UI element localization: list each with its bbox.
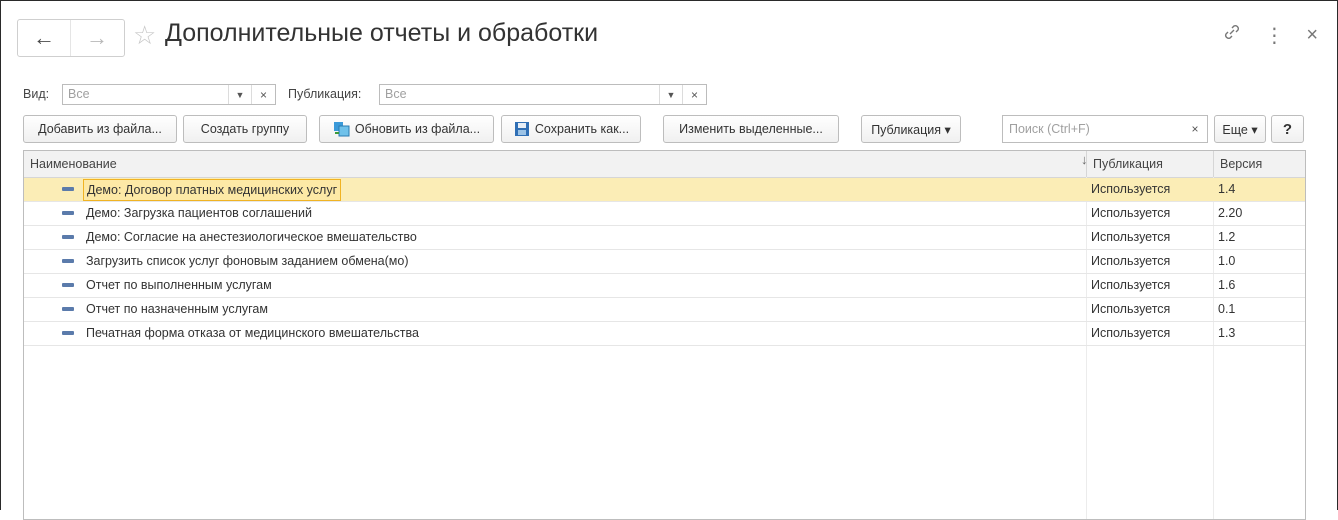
- publication-menu-button[interactable]: Публикация ▾: [861, 115, 961, 143]
- save-as-button[interactable]: Сохранить как...: [501, 115, 641, 143]
- table-row[interactable]: Печатная форма отказа от медицинского вм…: [24, 322, 1305, 346]
- cell-version: 1.2: [1218, 230, 1236, 244]
- forward-arrow-icon: →: [86, 25, 108, 50]
- type-filter-field[interactable]: Все ▼ ×: [62, 84, 276, 105]
- cell-name: Загрузить список услуг фоновым заданием …: [86, 254, 409, 268]
- more-actions-button[interactable]: Еще ▾: [1214, 115, 1266, 143]
- report-item-icon: [62, 211, 74, 215]
- table-header: Наименование ↓ Публикация Версия: [24, 151, 1305, 178]
- report-item-icon: [62, 187, 74, 191]
- cell-name: Демо: Договор платных медицинских услуг: [83, 179, 342, 201]
- cell-name: Демо: Согласие на анестезиологическое вм…: [86, 230, 417, 244]
- window-controls: ⋮ ×: [1222, 22, 1318, 48]
- floppy-disk-icon: [513, 121, 531, 137]
- cell-version: 1.6: [1218, 278, 1236, 292]
- change-selected-button[interactable]: Изменить выделенные...: [663, 115, 839, 143]
- update-from-file-label: Обновить из файла...: [354, 122, 481, 136]
- column-header-name[interactable]: Наименование: [24, 151, 1086, 177]
- cell-version: 1.3: [1218, 326, 1236, 340]
- forward-button[interactable]: →: [71, 20, 123, 56]
- report-item-icon: [62, 283, 74, 287]
- table-row[interactable]: Отчет по назначенным услугам Используется…: [24, 298, 1305, 322]
- cell-name: Отчет по назначенным услугам: [86, 302, 268, 316]
- close-icon[interactable]: ×: [1306, 24, 1318, 47]
- page-title: Дополнительные отчеты и обработки: [165, 19, 599, 47]
- help-button[interactable]: ?: [1271, 115, 1304, 143]
- cell-version: 0.1: [1218, 302, 1236, 316]
- cell-publication: Используется: [1091, 302, 1171, 316]
- cell-publication: Используется: [1091, 182, 1171, 196]
- link-icon[interactable]: [1222, 22, 1242, 48]
- search-placeholder: Поиск (Ctrl+F): [1009, 122, 1090, 136]
- navigation-group: ← →: [17, 19, 125, 57]
- cell-publication: Используется: [1091, 206, 1171, 220]
- publication-filter-value: Все: [385, 87, 407, 101]
- add-from-file-button[interactable]: Добавить из файла...: [23, 115, 177, 143]
- report-item-icon: [62, 331, 74, 335]
- type-filter-label: Вид:: [23, 87, 50, 101]
- update-from-file-button[interactable]: Обновить из файла...: [319, 115, 494, 143]
- table-row[interactable]: Отчет по выполненным услугам Используется…: [24, 274, 1305, 298]
- cell-version: 1.0: [1218, 254, 1236, 268]
- type-filter-value: Все: [68, 87, 90, 101]
- table-row[interactable]: Демо: Договор платных медицинских услуг И…: [24, 178, 1305, 202]
- table-row[interactable]: Загрузить список услуг фоновым заданием …: [24, 250, 1305, 274]
- back-arrow-icon: ←: [33, 25, 55, 50]
- title-bar: ← → ☆ Дополнительные отчеты и обработки …: [17, 16, 1338, 60]
- create-group-button[interactable]: Создать группу: [183, 115, 307, 143]
- cell-name: Отчет по выполненным услугам: [86, 278, 272, 292]
- cell-version: 2.20: [1218, 206, 1243, 220]
- report-item-icon: [62, 259, 74, 263]
- column-header-publication[interactable]: Публикация: [1086, 151, 1213, 177]
- column-header-version[interactable]: Версия: [1213, 151, 1305, 177]
- report-item-icon: [62, 307, 74, 311]
- cell-version: 1.4: [1218, 182, 1236, 196]
- search-field[interactable]: Поиск (Ctrl+F) ×: [1002, 115, 1208, 143]
- dropdown-arrow-icon[interactable]: ▼: [659, 85, 682, 104]
- cell-publication: Используется: [1091, 230, 1171, 244]
- cell-publication: Используется: [1091, 326, 1171, 340]
- reports-table: Наименование ↓ Публикация Версия Демо: Д…: [23, 150, 1306, 520]
- dropdown-arrow-icon[interactable]: ▼: [228, 85, 251, 104]
- clear-icon[interactable]: ×: [251, 85, 275, 104]
- favorite-star-icon[interactable]: ☆: [133, 20, 156, 51]
- publication-filter-label: Публикация:: [288, 87, 362, 101]
- cell-publication: Используется: [1091, 278, 1171, 292]
- clear-icon[interactable]: ×: [682, 85, 706, 104]
- update-file-icon: [333, 121, 351, 137]
- save-as-label: Сохранить как...: [534, 122, 630, 136]
- more-menu-icon[interactable]: ⋮: [1264, 23, 1284, 48]
- cell-publication: Используется: [1091, 254, 1171, 268]
- cell-name: Печатная форма отказа от медицинского вм…: [86, 326, 419, 340]
- table-row[interactable]: Демо: Согласие на анестезиологическое вм…: [24, 226, 1305, 250]
- report-item-icon: [62, 235, 74, 239]
- table-row[interactable]: Демо: Загрузка пациентов соглашений Испол…: [24, 202, 1305, 226]
- publication-filter-field[interactable]: Все ▼ ×: [379, 84, 707, 105]
- cell-name: Демо: Загрузка пациентов соглашений: [86, 206, 313, 220]
- back-button[interactable]: ←: [18, 20, 71, 56]
- search-clear-icon[interactable]: ×: [1183, 116, 1207, 142]
